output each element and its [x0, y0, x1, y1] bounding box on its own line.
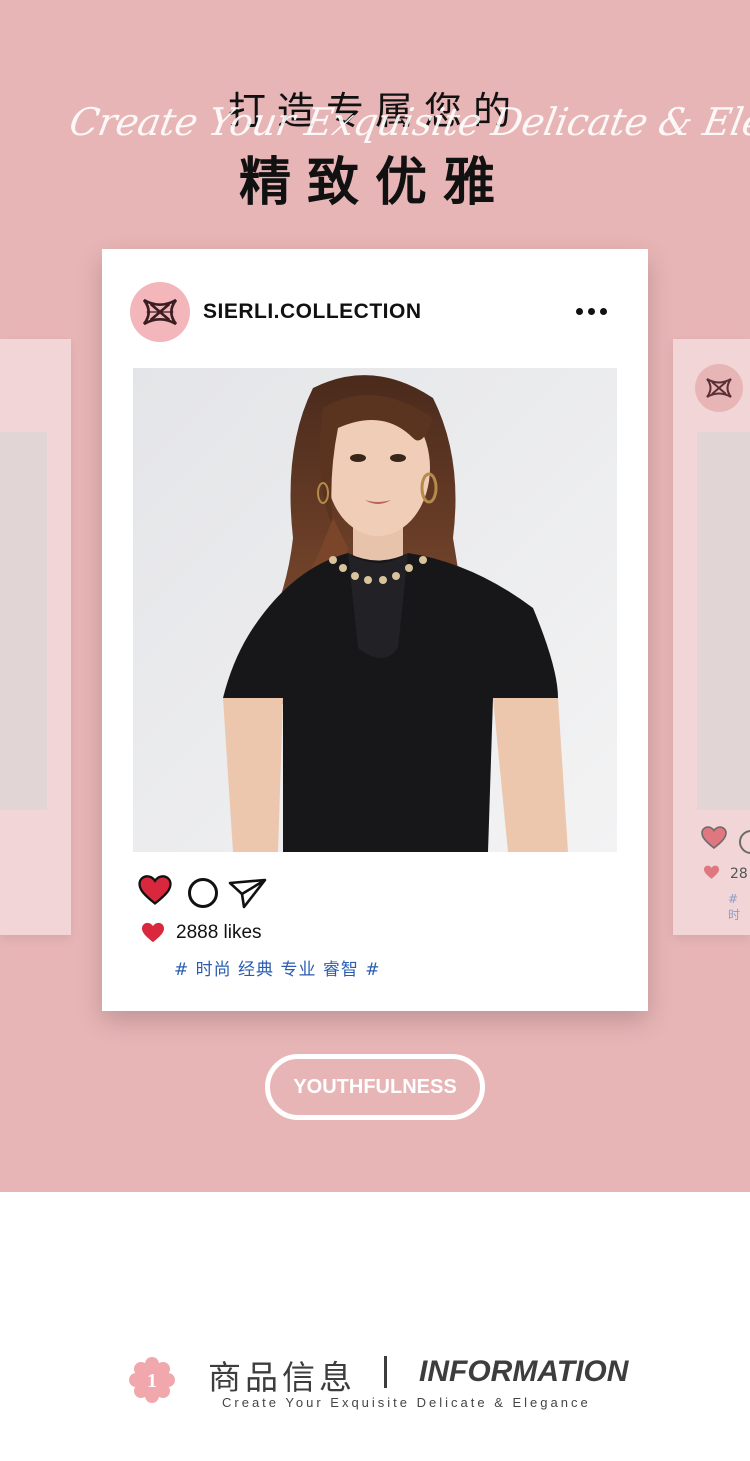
post-photo	[133, 368, 617, 852]
section-title-cn: 商品信息	[208, 1358, 356, 1397]
model-photo-illustration	[133, 368, 617, 852]
ghost-card-left	[0, 339, 71, 935]
section-divider	[384, 1356, 387, 1388]
badge-label: YOUTHFULNESS	[293, 1075, 457, 1098]
brand-logo-icon	[142, 298, 178, 326]
ghost-comment-icon	[739, 830, 750, 854]
post-card: SIERLI.COLLECTION 2888 likes # 时尚 经典 专业 …	[102, 249, 648, 1011]
account-avatar[interactable]	[130, 282, 190, 342]
ghost-likes-count: 28	[730, 866, 748, 882]
ghost-photo-placeholder	[697, 432, 750, 810]
headline-script: Create Your Exquisite Delicate & Eleganc…	[66, 100, 750, 144]
youthfulness-badge: YOUTHFULNESS	[265, 1054, 485, 1120]
ghost-small-heart-icon	[704, 865, 719, 879]
more-options-icon[interactable]	[576, 301, 616, 321]
likes-heart-icon	[142, 922, 164, 943]
section-number-flower-icon: 1	[129, 1357, 175, 1403]
like-heart-icon[interactable]	[138, 875, 172, 906]
account-name[interactable]: SIERLI.COLLECTION	[203, 300, 422, 324]
comment-icon[interactable]	[188, 878, 218, 908]
ghost-avatar	[695, 364, 743, 412]
likes-count: 2888 likes	[176, 922, 262, 943]
post-hashtags[interactable]: # 时尚 经典 专业 睿智 #	[174, 955, 381, 980]
brand-logo-icon	[706, 378, 732, 398]
ghost-card-right: 28 # 时	[673, 339, 750, 935]
section-number: 1	[147, 1370, 157, 1392]
section-subtitle: Create Your Exquisite Delicate & Eleganc…	[222, 1395, 591, 1410]
share-send-icon[interactable]	[228, 877, 268, 909]
ghost-tags: # 时	[728, 892, 741, 922]
section-title-en: INFORMATION	[419, 1355, 629, 1388]
ghost-heart-icon	[701, 826, 727, 850]
ghost-photo-placeholder	[0, 432, 47, 810]
headline-line-2: 精致优雅	[238, 153, 511, 213]
